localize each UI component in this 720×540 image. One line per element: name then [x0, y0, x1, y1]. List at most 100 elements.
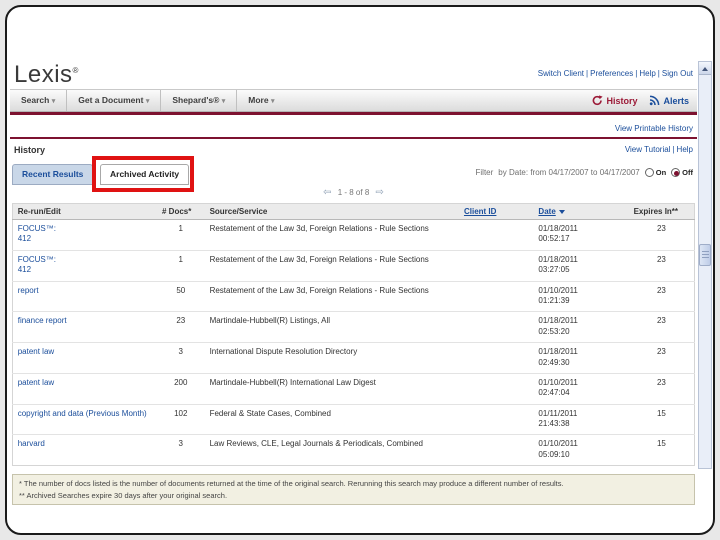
- slide-frame: Lexis® Switch Client | Preferences | Help | Si…: [5, 5, 715, 535]
- cell-rerun-edit: report: [12, 281, 157, 313]
- app-content: Lexis® Switch Client | Preferences | Help | Si…: [10, 61, 697, 505]
- cell-client-id: [458, 404, 534, 436]
- cell-num-docs: 200: [157, 373, 205, 405]
- cell-rerun-edit: FOCUS™: 412: [12, 219, 157, 251]
- cell-source-service: Restatement of the Law 3d, Foreign Relat…: [204, 281, 459, 313]
- history-table: Re-run/Edit # Docs* Source/Service Clien…: [11, 203, 696, 467]
- footnote-expiry: ** Archived Searches expire 30 days afte…: [19, 490, 228, 500]
- cell-client-id: [458, 250, 534, 282]
- cell-source-service: Law Reviews, CLE, Legal Journals & Perio…: [204, 434, 459, 467]
- radio-circle-selected-icon: [671, 168, 681, 177]
- utility-links: Switch Client | Preferences | Help | Sign Out: [538, 69, 693, 78]
- search-name-link[interactable]: report: [18, 286, 152, 296]
- header-expires-in: Expires In**: [628, 203, 695, 220]
- cell-source-service: International Dispute Resolution Directo…: [204, 342, 459, 374]
- view-printable-history-link[interactable]: View Printable History: [615, 124, 693, 133]
- header-client-id[interactable]: Client ID: [458, 203, 534, 220]
- cell-expires-in: 23: [628, 373, 695, 405]
- cell-expires-in: 23: [628, 342, 695, 374]
- footnote-docs: * The number of docs listed is the numbe…: [19, 479, 564, 489]
- nav-search-label: Search: [21, 95, 50, 105]
- search-name-link[interactable]: copyright and data (Previous Month): [18, 409, 152, 419]
- vertical-scrollbar[interactable]: [698, 61, 712, 469]
- nav-more-menu[interactable]: More: [237, 90, 285, 111]
- header-num-docs: # Docs*: [157, 203, 205, 220]
- cell-date: 01/10/2011 02:47:04: [533, 373, 629, 405]
- logo-registered-mark: ®: [72, 66, 79, 75]
- cell-expires-in: 23: [628, 311, 695, 344]
- date-sort-link[interactable]: Date: [538, 207, 555, 216]
- time-value: 00:52:17: [538, 234, 570, 244]
- client-id-sort-link[interactable]: Client ID: [464, 207, 496, 216]
- search-name-link[interactable]: harvard: [18, 439, 152, 449]
- sign-out-link[interactable]: Sign Out: [662, 69, 693, 78]
- cell-num-docs: 50: [157, 281, 205, 313]
- scrollbar-thumb[interactable]: [699, 244, 711, 266]
- printable-history-row: View Printable History: [10, 115, 697, 134]
- chevron-down-icon: [222, 98, 226, 105]
- nav-right: History Alerts: [592, 90, 689, 111]
- cell-source-service: Restatement of the Law 3d, Foreign Relat…: [204, 250, 459, 282]
- switch-client-link[interactable]: Switch Client: [538, 69, 584, 78]
- search-name-link[interactable]: finance report: [18, 316, 152, 326]
- cell-client-id: [458, 373, 534, 405]
- history-icon: [593, 95, 604, 106]
- history-button[interactable]: History: [592, 95, 637, 106]
- filter-off-label: Off: [682, 168, 693, 177]
- scroll-up-arrow[interactable]: [699, 62, 711, 75]
- tab-recent-results[interactable]: Recent Results: [12, 164, 94, 185]
- search-name-link[interactable]: FOCUS™:: [18, 255, 152, 265]
- table-row: patent law 200 Martindale-Hubbell(R) Int…: [12, 373, 695, 405]
- time-value: 02:47:04: [538, 388, 570, 398]
- table-row: copyright and data (Previous Month) 102 …: [12, 404, 695, 436]
- search-name-link-line2[interactable]: 412: [18, 234, 152, 244]
- cell-date: 01/18/2011 03:27:05: [533, 250, 629, 282]
- cell-rerun-edit: FOCUS™: 412: [12, 250, 157, 282]
- cell-client-id: [458, 434, 534, 467]
- nav-get-a-document-label: Get a Document: [78, 95, 144, 105]
- cell-rerun-edit: finance report: [12, 311, 157, 344]
- help-link[interactable]: Help: [639, 69, 655, 78]
- filter-label: Filter: [475, 168, 494, 177]
- table-body: FOCUS™: 412 1 Restatement of the Law 3d,…: [12, 219, 695, 467]
- search-name-link[interactable]: patent law: [18, 347, 152, 357]
- cell-num-docs: 1: [157, 219, 205, 251]
- tabs-row: Recent Results Archived Activity Filter …: [10, 156, 697, 192]
- time-value: 01:21:39: [538, 295, 570, 305]
- cell-expires-in: 23: [628, 281, 695, 313]
- cell-date: 01/11/2011 21:43:38: [533, 404, 629, 436]
- nav-bar: Search Get a Document Shepard's® More Hi…: [10, 89, 697, 112]
- cell-rerun-edit: copyright and data (Previous Month): [12, 404, 157, 436]
- cell-date: 01/10/2011 05:09:10: [533, 434, 629, 467]
- help-page-link[interactable]: Help: [677, 145, 693, 154]
- cell-expires-in: 23: [628, 219, 695, 251]
- footnotes-box: * The number of docs listed is the numbe…: [12, 474, 695, 505]
- time-value: 21:43:38: [538, 419, 570, 429]
- preferences-link[interactable]: Preferences: [590, 69, 633, 78]
- filter-on-radio[interactable]: On: [644, 168, 666, 177]
- tab-archived-activity[interactable]: Archived Activity: [100, 164, 190, 185]
- screen: Lexis® Switch Client | Preferences | Help | Si…: [0, 0, 720, 540]
- filter-off-radio[interactable]: Off: [671, 168, 693, 177]
- header-date[interactable]: Date: [533, 203, 629, 220]
- cell-rerun-edit: patent law: [12, 342, 157, 374]
- search-name-link-line2[interactable]: 412: [18, 265, 152, 275]
- nav-more-label: More: [248, 95, 269, 105]
- nav-search-menu[interactable]: Search: [10, 90, 68, 111]
- alerts-button[interactable]: Alerts: [649, 95, 689, 106]
- nav-get-a-document-menu[interactable]: Get a Document: [67, 90, 162, 111]
- lexis-app: Lexis® Switch Client | Preferences | Help | Si…: [8, 61, 712, 505]
- chevron-down-icon: [52, 98, 56, 105]
- time-value: 02:49:30: [538, 357, 570, 367]
- search-name-link[interactable]: FOCUS™:: [18, 224, 152, 234]
- header-rerun-edit: Re-run/Edit: [12, 203, 157, 220]
- view-tutorial-link[interactable]: View Tutorial: [625, 145, 671, 154]
- cell-date: 01/10/2011 01:21:39: [533, 281, 629, 313]
- table-row: harvard 3 Law Reviews, CLE, Legal Journa…: [12, 434, 695, 467]
- table-row: FOCUS™: 412 1 Restatement of the Law 3d,…: [12, 250, 695, 282]
- search-name-link[interactable]: patent law: [18, 378, 152, 388]
- nav-shepards-menu[interactable]: Shepard's®: [161, 90, 238, 111]
- title-row: History View Tutorial | Help: [10, 139, 697, 157]
- chevron-down-icon: [146, 98, 150, 105]
- page-title: History: [14, 145, 46, 155]
